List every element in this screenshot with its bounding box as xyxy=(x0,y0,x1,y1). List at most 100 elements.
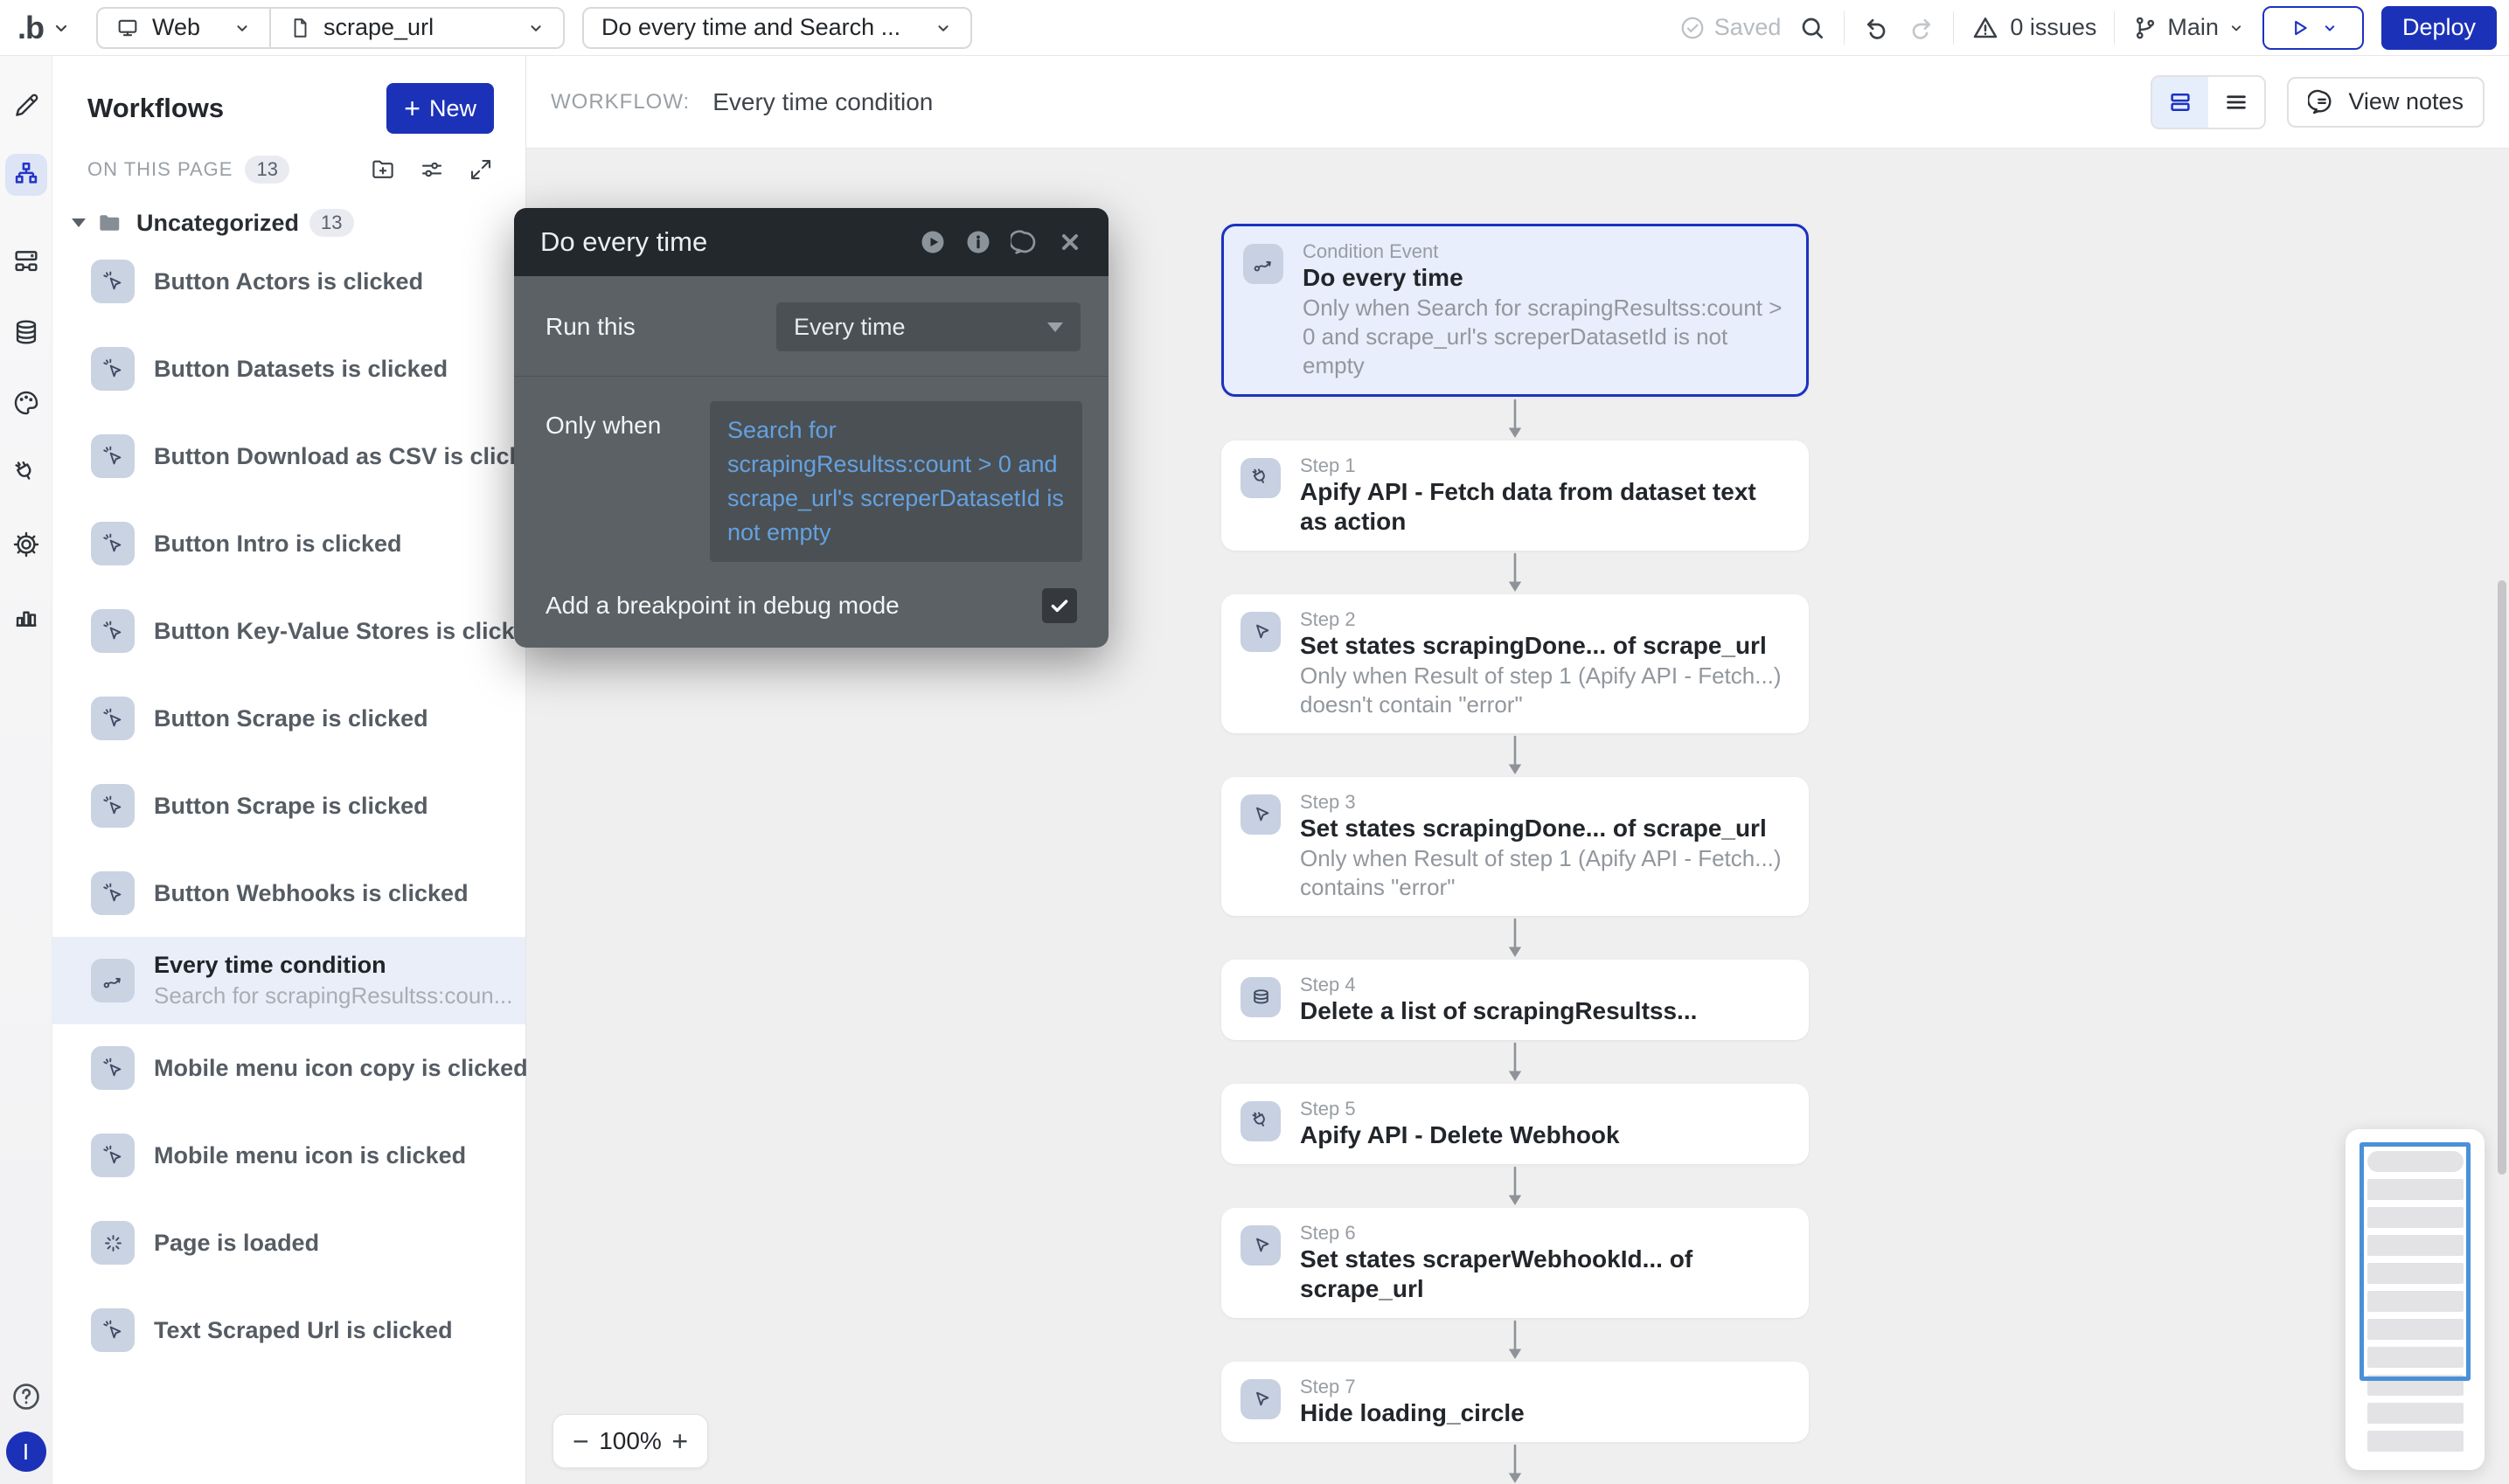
note-bubble-icon xyxy=(2308,88,2336,116)
bubble-logo[interactable]: .b xyxy=(17,10,44,46)
dialog-header[interactable]: Do every time xyxy=(514,208,1109,276)
deploy-button[interactable]: Deploy xyxy=(2381,6,2497,50)
workflow-list-item[interactable]: Mobile menu icon copy is clicked xyxy=(52,1024,525,1112)
issues-indicator[interactable]: 0 issues xyxy=(1971,14,2096,42)
workflow-list-item[interactable]: Button Webhooks is clicked xyxy=(52,849,525,937)
branch-selector[interactable]: Main xyxy=(2132,14,2245,41)
zoom-in-button[interactable]: + xyxy=(671,1427,688,1455)
list-view-toggle[interactable] xyxy=(2208,77,2264,128)
avatar[interactable]: I xyxy=(6,1432,46,1472)
workflow-list-item[interactable]: Page is loaded xyxy=(52,1199,525,1286)
close-icon[interactable] xyxy=(1058,230,1082,254)
new-workflow-button[interactable]: + New xyxy=(386,83,494,134)
info-icon[interactable] xyxy=(965,229,991,255)
workflow-tree-icon[interactable] xyxy=(5,154,47,196)
workflow-step-card[interactable]: Step 3 Set states scrapingDone... of scr… xyxy=(1221,777,1809,916)
breakpoint-checkbox[interactable] xyxy=(1042,588,1077,623)
workflow-step-card[interactable]: Step 6 Set states scraperWebhookId... of… xyxy=(1221,1208,1809,1318)
help-icon[interactable] xyxy=(10,1380,43,1413)
workflow-list-item[interactable]: Button Datasets is clicked xyxy=(52,325,525,413)
workflow-item-label: Button Scrape is clicked xyxy=(154,705,428,732)
plug-icon xyxy=(1249,467,1273,490)
gear-icon[interactable] xyxy=(11,530,41,559)
view-notes-button[interactable]: View notes xyxy=(2287,77,2485,128)
dialog-body: Run this Every time Only when Search for… xyxy=(514,276,1109,648)
database-icon[interactable] xyxy=(11,317,41,347)
workflow-list-item[interactable]: Button Download as CSV is clicked xyxy=(52,413,525,500)
workflow-list-item[interactable]: Button Intro is clicked xyxy=(52,500,525,587)
platform-dropdown[interactable]: Web xyxy=(98,9,269,47)
card-view-toggle[interactable] xyxy=(2152,77,2208,128)
page-dropdown[interactable]: scrape_url xyxy=(269,9,563,47)
expand-icon[interactable] xyxy=(468,156,494,183)
workflow-item-subtitle: Search for scrapingResultss:coun... xyxy=(154,982,512,1009)
folder-tree-row[interactable]: Uncategorized 13 xyxy=(52,208,525,238)
divider xyxy=(1953,11,1954,45)
bar-chart-icon[interactable] xyxy=(11,601,41,631)
folder-name: Uncategorized xyxy=(136,210,299,237)
workflow-list-item[interactable]: Button Actors is clicked xyxy=(52,238,525,325)
only-when-label: Only when xyxy=(546,401,710,440)
workflow-step-card[interactable]: Step 7 Hide loading_circle xyxy=(1221,1362,1809,1442)
workflow-item-label: Button Key-Value Stores is clicked xyxy=(154,618,542,645)
workflow-item-label: Page is loaded xyxy=(154,1230,319,1257)
redo-icon[interactable] xyxy=(1908,14,1936,42)
cursor-icon xyxy=(1249,621,1273,644)
run-play-icon[interactable] xyxy=(920,229,946,255)
pencil-icon[interactable] xyxy=(11,91,41,121)
workflow-step-card[interactable]: Step 2 Set states scrapingDone... of scr… xyxy=(1221,594,1809,733)
workflow-selector-dropdown[interactable]: Do every time and Search ... xyxy=(582,7,972,49)
bubble-editor: .b Web scrape_url xyxy=(0,0,2509,1484)
zoom-out-button[interactable]: − xyxy=(573,1427,589,1455)
page-label: scrape_url xyxy=(323,14,434,41)
workflow-step-card[interactable]: Condition Event Do every time Only when … xyxy=(1221,224,1809,397)
step-badge: Step 3 xyxy=(1300,791,1786,814)
divider xyxy=(1844,11,1845,45)
plugin-icon[interactable] xyxy=(11,459,41,489)
preview-button[interactable] xyxy=(2262,6,2364,50)
step-condition: Only when Result of step 1 (Apify API - … xyxy=(1300,844,1786,902)
search-icon[interactable] xyxy=(1798,14,1826,42)
undo-icon[interactable] xyxy=(1862,14,1890,42)
only-when-expression[interactable]: Search for scrapingResultss:count > 0 an… xyxy=(710,401,1082,562)
caret-down-icon xyxy=(1047,322,1063,332)
workflow-list-item[interactable]: Every time condition Search for scraping… xyxy=(52,937,525,1024)
minimap[interactable] xyxy=(2346,1129,2485,1470)
canvas-scrollbar[interactable] xyxy=(2498,580,2506,1175)
cursor-click-icon xyxy=(101,270,125,294)
comment-bubble-icon[interactable] xyxy=(1011,228,1039,256)
issues-label: 0 issues xyxy=(2010,14,2096,41)
logo-chevron-down-icon[interactable] xyxy=(51,17,72,38)
git-branch-icon xyxy=(2132,15,2158,41)
step-badge: Step 2 xyxy=(1300,608,1786,631)
minimap-viewport[interactable] xyxy=(2360,1142,2471,1381)
step-title: Do every time xyxy=(1303,263,1783,293)
zoom-control: − 100% + xyxy=(553,1414,708,1468)
workflow-list-item[interactable]: Button Scrape is clicked xyxy=(52,675,525,762)
folder-plus-icon[interactable] xyxy=(370,156,396,183)
workflow-list-item[interactable]: Button Key-Value Stores is clicked xyxy=(52,587,525,675)
workflow-step-card[interactable]: Step 5 Apify API - Delete Webhook xyxy=(1221,1084,1809,1164)
workflow-item-label: Button Scrape is clicked xyxy=(154,793,428,820)
step-badge: Step 7 xyxy=(1300,1376,1525,1398)
components-icon[interactable] xyxy=(11,246,41,276)
workflow-list-item[interactable]: Button Scrape is clicked xyxy=(52,762,525,849)
cursor-click-icon xyxy=(101,794,125,818)
workflow-step-card[interactable]: Step 4 Delete a list of scrapingResultss… xyxy=(1221,960,1809,1040)
workflow-list-item[interactable]: Text Scraped Url is clicked xyxy=(52,1286,525,1374)
view-mode-toggle xyxy=(2151,75,2266,129)
step-title: Apify API - Fetch data from dataset text… xyxy=(1300,477,1786,537)
step-badge: Step 5 xyxy=(1300,1098,1620,1120)
flow-arrow-icon xyxy=(1221,397,1809,440)
workflow-item-label: Button Webhooks is clicked xyxy=(154,880,469,907)
step-badge: Step 4 xyxy=(1300,974,1697,996)
filter-sliders-icon[interactable] xyxy=(419,156,445,183)
workflow-step-card[interactable]: Step 1 Apify API - Fetch data from datas… xyxy=(1221,440,1809,551)
run-this-dropdown[interactable]: Every time xyxy=(776,302,1081,351)
caret-down-icon[interactable] xyxy=(72,218,86,227)
workflow-steps: Condition Event Do every time Only when … xyxy=(1221,224,1809,1484)
palette-icon[interactable] xyxy=(11,388,41,418)
condition-icon xyxy=(101,969,125,993)
workflow-list-item[interactable]: Mobile menu icon is clicked xyxy=(52,1112,525,1199)
warning-triangle-icon xyxy=(1971,14,1999,42)
